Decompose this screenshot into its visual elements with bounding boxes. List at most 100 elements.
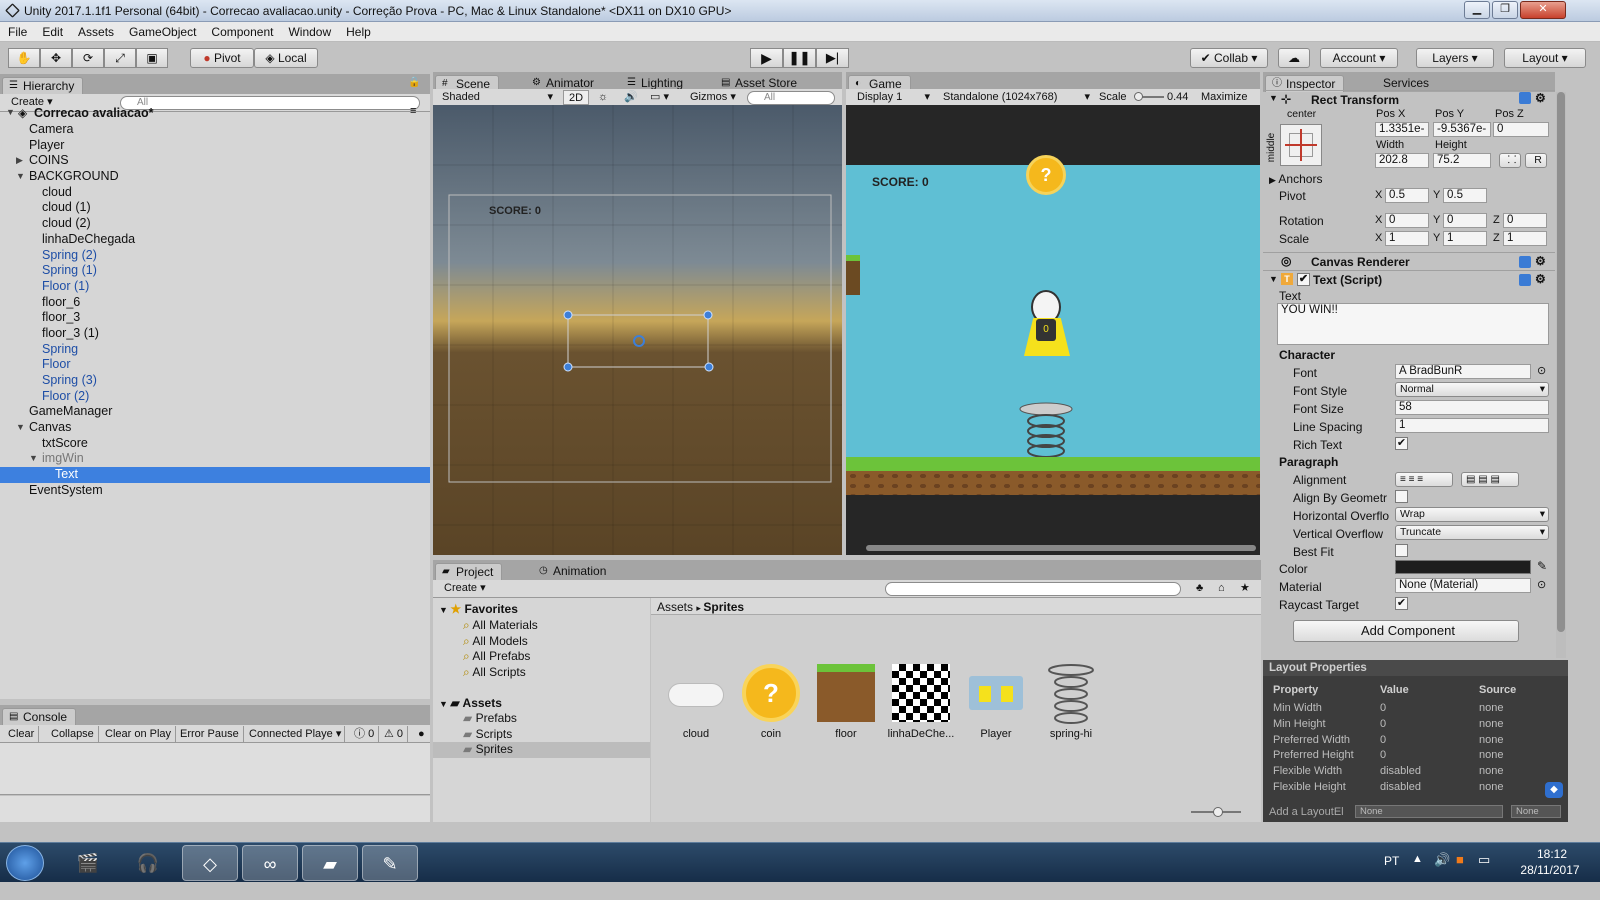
posz-field[interactable]: 0 [1493, 122, 1549, 137]
raycast-checkbox[interactable]: ✔ [1395, 597, 1408, 610]
menu-component[interactable]: Component [203, 22, 280, 39]
breadcrumb-assets[interactable]: Assets [657, 600, 693, 614]
mode-2d-toggle[interactable]: 2D [563, 90, 590, 105]
tab-hierarchy[interactable]: ☰ Hierarchy [2, 77, 84, 94]
text-enabled-checkbox[interactable]: ✔ [1297, 273, 1310, 286]
clock-time[interactable]: 18:12 [1522, 847, 1582, 861]
close-button[interactable]: ✕ [1520, 1, 1566, 19]
game-view[interactable]: SCORE: 0 ? 0 [846, 105, 1260, 555]
layout-dropdown[interactable]: Layout ▾ [1504, 48, 1586, 68]
network-icon[interactable]: ▭ [1478, 852, 1490, 868]
hierarchy-item[interactable]: cloud [0, 185, 430, 201]
material-field[interactable]: None (Material) [1395, 578, 1531, 593]
expand-arrow-icon[interactable]: ▼ [6, 107, 15, 117]
hierarchy-item[interactable]: ▼ Canvas [0, 420, 430, 436]
account-dropdown[interactable]: Account ▾ [1320, 48, 1398, 68]
gear-icon[interactable]: ⚙ [1535, 91, 1546, 105]
hierarchy-item[interactable]: Floor (2) [0, 389, 430, 405]
language-indicator[interactable]: PT [1384, 854, 1399, 868]
favorite-item[interactable]: ⌕ All Materials [463, 618, 538, 634]
expand-arrow-icon[interactable]: ▼ [29, 451, 38, 467]
asset-folder-item[interactable]: ▰ Sprites [433, 742, 650, 759]
local-toggle[interactable]: ◈ Local [254, 48, 318, 68]
lock-icon[interactable]: 🔒 [408, 77, 420, 88]
rot-y-field[interactable]: 0 [1443, 213, 1487, 228]
thumbnail-size-handle[interactable] [1213, 807, 1223, 817]
hierarchy-item[interactable]: Spring (3) [0, 373, 430, 389]
help-icon[interactable] [1519, 92, 1531, 104]
asset-floor[interactable]: floor [811, 662, 881, 740]
horizontal-alignment-buttons[interactable]: ≡ ≡ ≡ [1395, 472, 1453, 487]
collapse-button[interactable]: Collapse [47, 726, 99, 742]
volume-icon[interactable]: 🔊 [1434, 852, 1450, 868]
game-scrollbar[interactable] [866, 545, 1256, 551]
favorite-star-icon[interactable]: ★ [1235, 581, 1255, 596]
hierarchy-item[interactable]: ▼ BACKGROUND [0, 169, 430, 185]
move-tool-icon[interactable]: ✥ [40, 48, 72, 68]
rect-transform-header[interactable]: ▼ ⊹ Rect Transform ⚙ [1263, 90, 1555, 108]
filter-label-icon[interactable]: ⌂ [1213, 581, 1230, 596]
project-create-button[interactable]: Create ▾ [439, 581, 491, 596]
v-overflow-dropdown[interactable]: Truncate ▾ [1395, 525, 1549, 540]
audio-icon[interactable]: 🔊 [619, 90, 643, 105]
error-icon[interactable]: ● [414, 726, 429, 742]
menu-file[interactable]: File [0, 22, 34, 39]
h-overflow-dropdown[interactable]: Wrap ▾ [1395, 507, 1549, 522]
resolution-dropdown[interactable]: Standalone (1024x768) ▾ [938, 90, 1092, 105]
align-geometry-checkbox[interactable] [1395, 490, 1408, 503]
hierarchy-item[interactable]: ▼ imgWin [0, 451, 430, 467]
taskbar-unity-icon[interactable]: ◇ [182, 845, 238, 881]
menu-assets[interactable]: Assets [70, 22, 121, 39]
show-hidden-icons[interactable]: ▲ [1412, 853, 1423, 865]
taskbar-app-1-icon[interactable]: 🎬 [60, 845, 116, 881]
hierarchy-item[interactable]: GameManager [0, 404, 430, 420]
taskbar-explorer-icon[interactable]: ▰ [302, 845, 358, 881]
console-detail-area[interactable] [0, 796, 430, 822]
project-search-input[interactable] [885, 582, 1181, 596]
hierarchy-item[interactable]: Text [0, 467, 430, 483]
expand-arrow-icon[interactable]: ▼ [16, 420, 25, 436]
font-field[interactable]: A BradBunR [1395, 364, 1531, 379]
favorites-node[interactable]: ▼ ★ Favorites [439, 602, 518, 616]
play-button[interactable]: ▶ [750, 48, 783, 68]
tab-project[interactable]: ▰ Project [435, 563, 503, 580]
menu-edit[interactable]: Edit [34, 22, 70, 39]
text-script-header[interactable]: ▼ T ✔ Text (Script) ⚙ [1263, 270, 1555, 288]
expand-arrow-icon[interactable]: ▼ [16, 169, 25, 185]
image-effects-icon[interactable]: ▭ ▾ [645, 90, 674, 105]
rect-tool-icon[interactable]: ▣ [136, 48, 168, 68]
posx-field[interactable]: 1.3351e- [1375, 122, 1429, 137]
hierarchy-item[interactable]: cloud (1) [0, 200, 430, 216]
error-pause-button[interactable]: Error Pause [176, 726, 244, 742]
tab-animation[interactable]: ◷ Animation [533, 563, 615, 580]
hierarchy-item[interactable]: txtScore [0, 436, 430, 452]
asset-player[interactable]: Player [961, 662, 1031, 740]
hand-tool-icon[interactable]: ✋ [8, 48, 40, 68]
material-picker-icon[interactable]: ⊙ [1537, 578, 1546, 591]
scale-y-field[interactable]: 1 [1443, 231, 1487, 246]
hierarchy-item[interactable]: Player [0, 138, 430, 154]
color-swatch[interactable] [1395, 560, 1531, 574]
inspector-scrollbar[interactable] [1556, 92, 1566, 658]
hierarchy-item[interactable]: floor_6 [0, 295, 430, 311]
scale-tool-icon[interactable]: ⤢ [104, 48, 136, 68]
hierarchy-item[interactable]: Spring (1) [0, 263, 430, 279]
hierarchy-item[interactable]: linhaDeChegada [0, 232, 430, 248]
line-spacing-field[interactable]: 1 [1395, 418, 1549, 433]
height-field[interactable]: 75.2 [1433, 153, 1491, 168]
breadcrumb-sprites[interactable]: Sprites [703, 600, 744, 614]
pause-button[interactable]: ❚❚ [783, 48, 816, 68]
scene-view[interactable]: SCORE: 0 [433, 105, 842, 555]
raw-edit-button[interactable]: R [1525, 153, 1547, 168]
hierarchy-item[interactable]: Spring [0, 342, 430, 358]
rich-text-checkbox[interactable]: ✔ [1395, 437, 1408, 450]
scene-menu-icon[interactable]: ≡ [410, 105, 416, 117]
favorite-item[interactable]: ⌕ All Prefabs [463, 649, 538, 665]
menu-help[interactable]: Help [338, 22, 378, 39]
hierarchy-item[interactable]: Floor [0, 357, 430, 373]
maximize-on-play-toggle[interactable]: Maximize O [1196, 90, 1260, 118]
blueprint-button[interactable]: ⸬ [1499, 153, 1521, 168]
hierarchy-item[interactable]: Camera [0, 122, 430, 138]
clear-button[interactable]: Clear [4, 726, 40, 742]
lp-footer-dropdown-2[interactable]: None [1511, 805, 1561, 818]
